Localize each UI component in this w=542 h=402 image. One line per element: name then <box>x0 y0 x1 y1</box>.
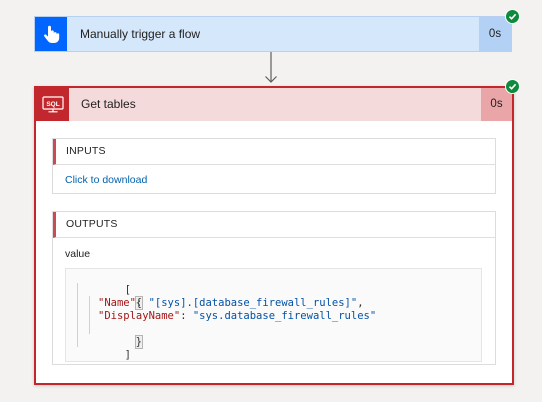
outputs-section: OUTPUTS value [ { "Name": "[sys].[databa… <box>52 211 496 365</box>
code-line-4: "DisplayName": "sys.database_firewall_ru… <box>98 310 376 323</box>
inputs-section: INPUTS Click to download <box>52 138 496 194</box>
trigger-card[interactable]: Manually trigger a flow 0s <box>34 16 512 52</box>
action-duration: 0s <box>481 88 512 121</box>
json-close-bracket: ] <box>124 349 131 361</box>
trigger-title: Manually trigger a flow <box>80 27 201 41</box>
json-value-name: "[sys].[database_firewall_rules]" <box>148 297 358 309</box>
code-line-3: "Name": "[sys].[database_firewall_rules]… <box>98 297 364 310</box>
trigger-success-check-icon <box>505 9 520 24</box>
json-comma: , <box>357 297 364 309</box>
sql-icon: SQL <box>36 88 69 121</box>
json-colon: : <box>180 310 193 322</box>
click-to-download-link[interactable]: Click to download <box>65 174 495 186</box>
action-title: Get tables <box>81 97 136 111</box>
json-colon: : <box>135 297 149 309</box>
value-label: value <box>65 248 91 260</box>
sql-icon-label: SQL <box>46 101 59 108</box>
down-arrow-icon <box>263 52 279 86</box>
trigger-duration: 0s <box>479 17 511 51</box>
json-close-brace: } <box>134 335 143 349</box>
outputs-header: OUTPUTS <box>53 212 495 238</box>
touch-hand-icon <box>35 17 67 51</box>
action-header[interactable]: SQL Get tables 0s <box>36 88 512 121</box>
inputs-header: INPUTS <box>53 139 495 165</box>
action-success-check-icon <box>505 79 520 94</box>
json-value-displayname: "sys.database_firewall_rules" <box>192 310 377 322</box>
action-card-get-tables[interactable]: SQL Get tables 0s INPUTS Click to downlo… <box>34 86 514 385</box>
json-key-displayname: "DisplayName" <box>98 310 181 322</box>
json-key-name: "Name" <box>98 297 136 309</box>
code-line-6: ] <box>74 336 131 361</box>
output-json-viewer[interactable]: [ { "Name": "[sys].[database_firewall_ru… <box>65 268 482 362</box>
